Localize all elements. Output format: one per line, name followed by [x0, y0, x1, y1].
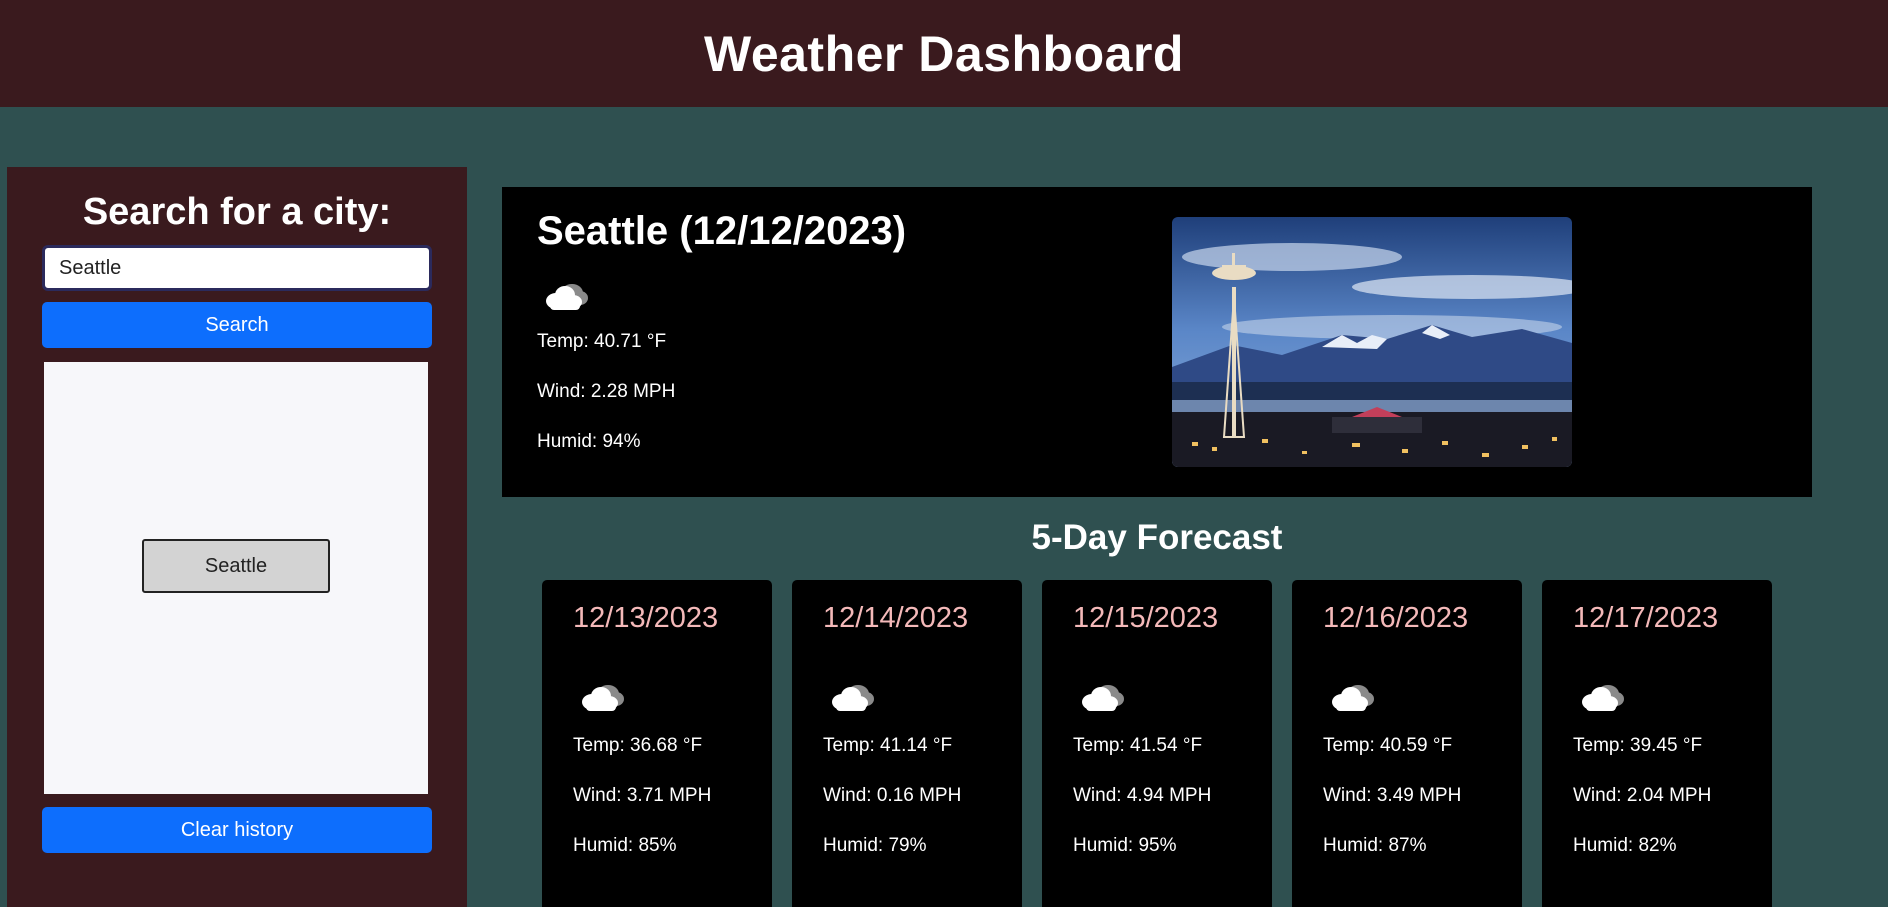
current-temp: Temp: 40.71 °F [537, 331, 667, 352]
forecast-humidity: Humid: 79% [823, 835, 927, 856]
forecast-temp: Temp: 36.68 °F [573, 735, 703, 756]
history-item-seattle[interactable]: Seattle [142, 539, 330, 593]
cloud-icon [1328, 680, 1376, 719]
forecast-wind: Wind: 4.94 MPH [1073, 785, 1212, 806]
forecast-card: 12/17/2023 Temp: 39.45 °F Wind: 2.04 MPH… [1542, 580, 1772, 907]
search-sidebar: Search for a city: Search Seattle Clear … [7, 167, 467, 907]
forecast-date: 12/16/2023 [1323, 602, 1469, 634]
forecast-wind: Wind: 3.71 MPH [573, 785, 712, 806]
forecast-wind: Wind: 0.16 MPH [823, 785, 962, 806]
page-header: Weather Dashboard [0, 0, 1888, 107]
forecast-humidity: Humid: 82% [1573, 835, 1677, 856]
forecast-date: 12/14/2023 [823, 602, 969, 634]
clear-history-button[interactable]: Clear history [42, 807, 432, 853]
search-heading: Search for a city: [82, 191, 392, 233]
forecast-temp: Temp: 40.59 °F [1323, 735, 1453, 756]
city-search-input[interactable] [42, 245, 432, 291]
forecast-humidity: Humid: 87% [1323, 835, 1427, 856]
current-wind: Wind: 2.28 MPH [537, 381, 676, 402]
forecast-card: 12/16/2023 Temp: 40.59 °F Wind: 3.49 MPH… [1292, 580, 1522, 907]
cloud-icon [1078, 680, 1126, 719]
forecast-temp: Temp: 41.54 °F [1073, 735, 1203, 756]
cloud-icon [542, 279, 590, 318]
current-humidity: Humid: 94% [537, 431, 641, 452]
forecast-title: 5-Day Forecast [1031, 518, 1283, 557]
page-title: Weather Dashboard [704, 25, 1184, 82]
cloud-icon [828, 680, 876, 719]
forecast-temp: Temp: 39.45 °F [1573, 735, 1703, 756]
forecast-humidity: Humid: 95% [1073, 835, 1177, 856]
current-weather-panel: Seattle (12/12/2023) Temp: 40.71 °F Wind… [502, 187, 1812, 497]
cloud-icon [1578, 680, 1626, 719]
forecast-card: 12/14/2023 Temp: 41.14 °F Wind: 0.16 MPH… [792, 580, 1022, 907]
search-button[interactable]: Search [42, 302, 432, 348]
forecast-card: 12/15/2023 Temp: 41.54 °F Wind: 4.94 MPH… [1042, 580, 1272, 907]
forecast-date: 12/17/2023 [1573, 602, 1719, 634]
forecast-date: 12/15/2023 [1073, 602, 1219, 634]
search-history-list: Seattle [44, 362, 428, 794]
forecast-wind: Wind: 2.04 MPH [1573, 785, 1712, 806]
forecast-card: 12/13/2023 Temp: 36.68 °F Wind: 3.71 MPH… [542, 580, 772, 907]
forecast-date: 12/13/2023 [573, 602, 719, 634]
forecast-humidity: Humid: 85% [573, 835, 677, 856]
seattle-skyline-image [1172, 217, 1572, 467]
forecast-temp: Temp: 41.14 °F [823, 735, 953, 756]
current-city-title: Seattle (12/12/2023) [537, 209, 907, 253]
forecast-wind: Wind: 3.49 MPH [1323, 785, 1462, 806]
cloud-icon [578, 680, 626, 719]
